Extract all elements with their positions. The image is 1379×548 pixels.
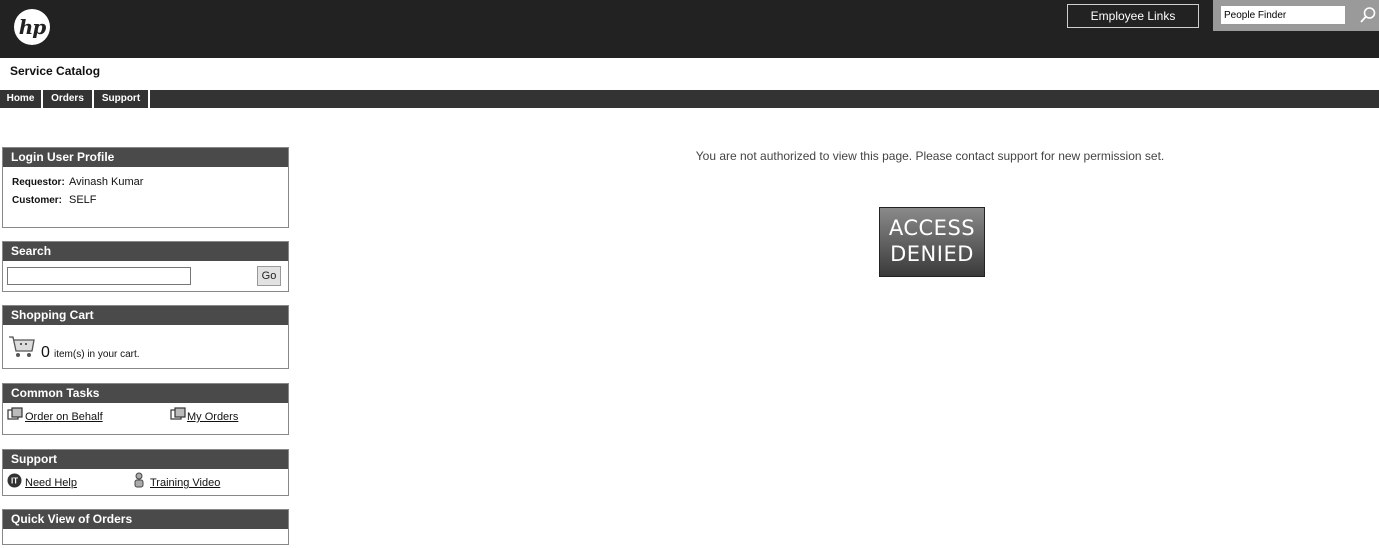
requestor-label: Requestor: <box>12 177 65 188</box>
requestor-value: Avinash Kumar <box>69 176 144 188</box>
order-icon <box>170 407 186 420</box>
nav-bar: Home Orders Support <box>0 90 1379 108</box>
unauthorized-message: You are not authorized to view this page… <box>695 149 1165 163</box>
my-orders-link[interactable]: My Orders <box>187 411 238 423</box>
training-video-link[interactable]: Training Video <box>150 477 220 489</box>
top-header: hp Employee Links <box>0 0 1379 58</box>
nav-support[interactable]: Support <box>94 90 150 108</box>
tasks-panel: Common Tasks Order on Behalf My Orders <box>2 383 289 435</box>
profile-panel: Login User Profile Requestor: Avinash Ku… <box>2 147 289 228</box>
search-input[interactable] <box>7 267 191 285</box>
quick-view-panel: Quick View of Orders <box>2 509 289 545</box>
people-finder <box>1213 0 1379 31</box>
access-denied-line1: ACCESS <box>888 216 976 240</box>
search-panel-title: Search <box>3 242 288 261</box>
access-denied-line2: DENIED <box>890 242 974 266</box>
order-icon <box>7 407 23 420</box>
profile-panel-title: Login User Profile <box>3 148 288 167</box>
cart-panel-title: Shopping Cart <box>3 306 288 325</box>
access-denied-badge: ACCESS DENIED <box>879 207 985 277</box>
hp-logo[interactable]: hp <box>14 9 50 45</box>
customer-label: Customer: <box>12 195 63 206</box>
svg-text:IT: IT <box>11 477 18 486</box>
support-panel-title: Support <box>3 450 288 469</box>
it-help-icon: IT <box>7 473 22 488</box>
nav-orders[interactable]: Orders <box>43 90 94 108</box>
order-on-behalf-link[interactable]: Order on Behalf <box>25 411 103 423</box>
people-finder-input[interactable] <box>1220 5 1346 25</box>
quick-view-panel-title: Quick View of Orders <box>3 510 288 529</box>
app-title: Service Catalog <box>10 64 101 78</box>
employee-links-button[interactable]: Employee Links <box>1067 4 1199 28</box>
search-panel: Search Go <box>2 241 289 292</box>
person-icon <box>134 472 144 488</box>
cart-count: 0 <box>41 344 50 361</box>
cart-panel: Shopping Cart 0 item(s) in your cart. <box>2 305 289 369</box>
support-panel: Support IT Need Help Training Video <box>2 449 289 496</box>
nav-home[interactable]: Home <box>0 90 43 108</box>
customer-value: SELF <box>69 194 97 206</box>
cart-text: item(s) in your cart. <box>54 349 140 360</box>
tasks-panel-title: Common Tasks <box>3 384 288 403</box>
need-help-link[interactable]: Need Help <box>25 477 77 489</box>
go-button[interactable]: Go <box>257 266 281 286</box>
search-icon[interactable] <box>1359 6 1377 24</box>
cart-icon <box>9 336 35 357</box>
